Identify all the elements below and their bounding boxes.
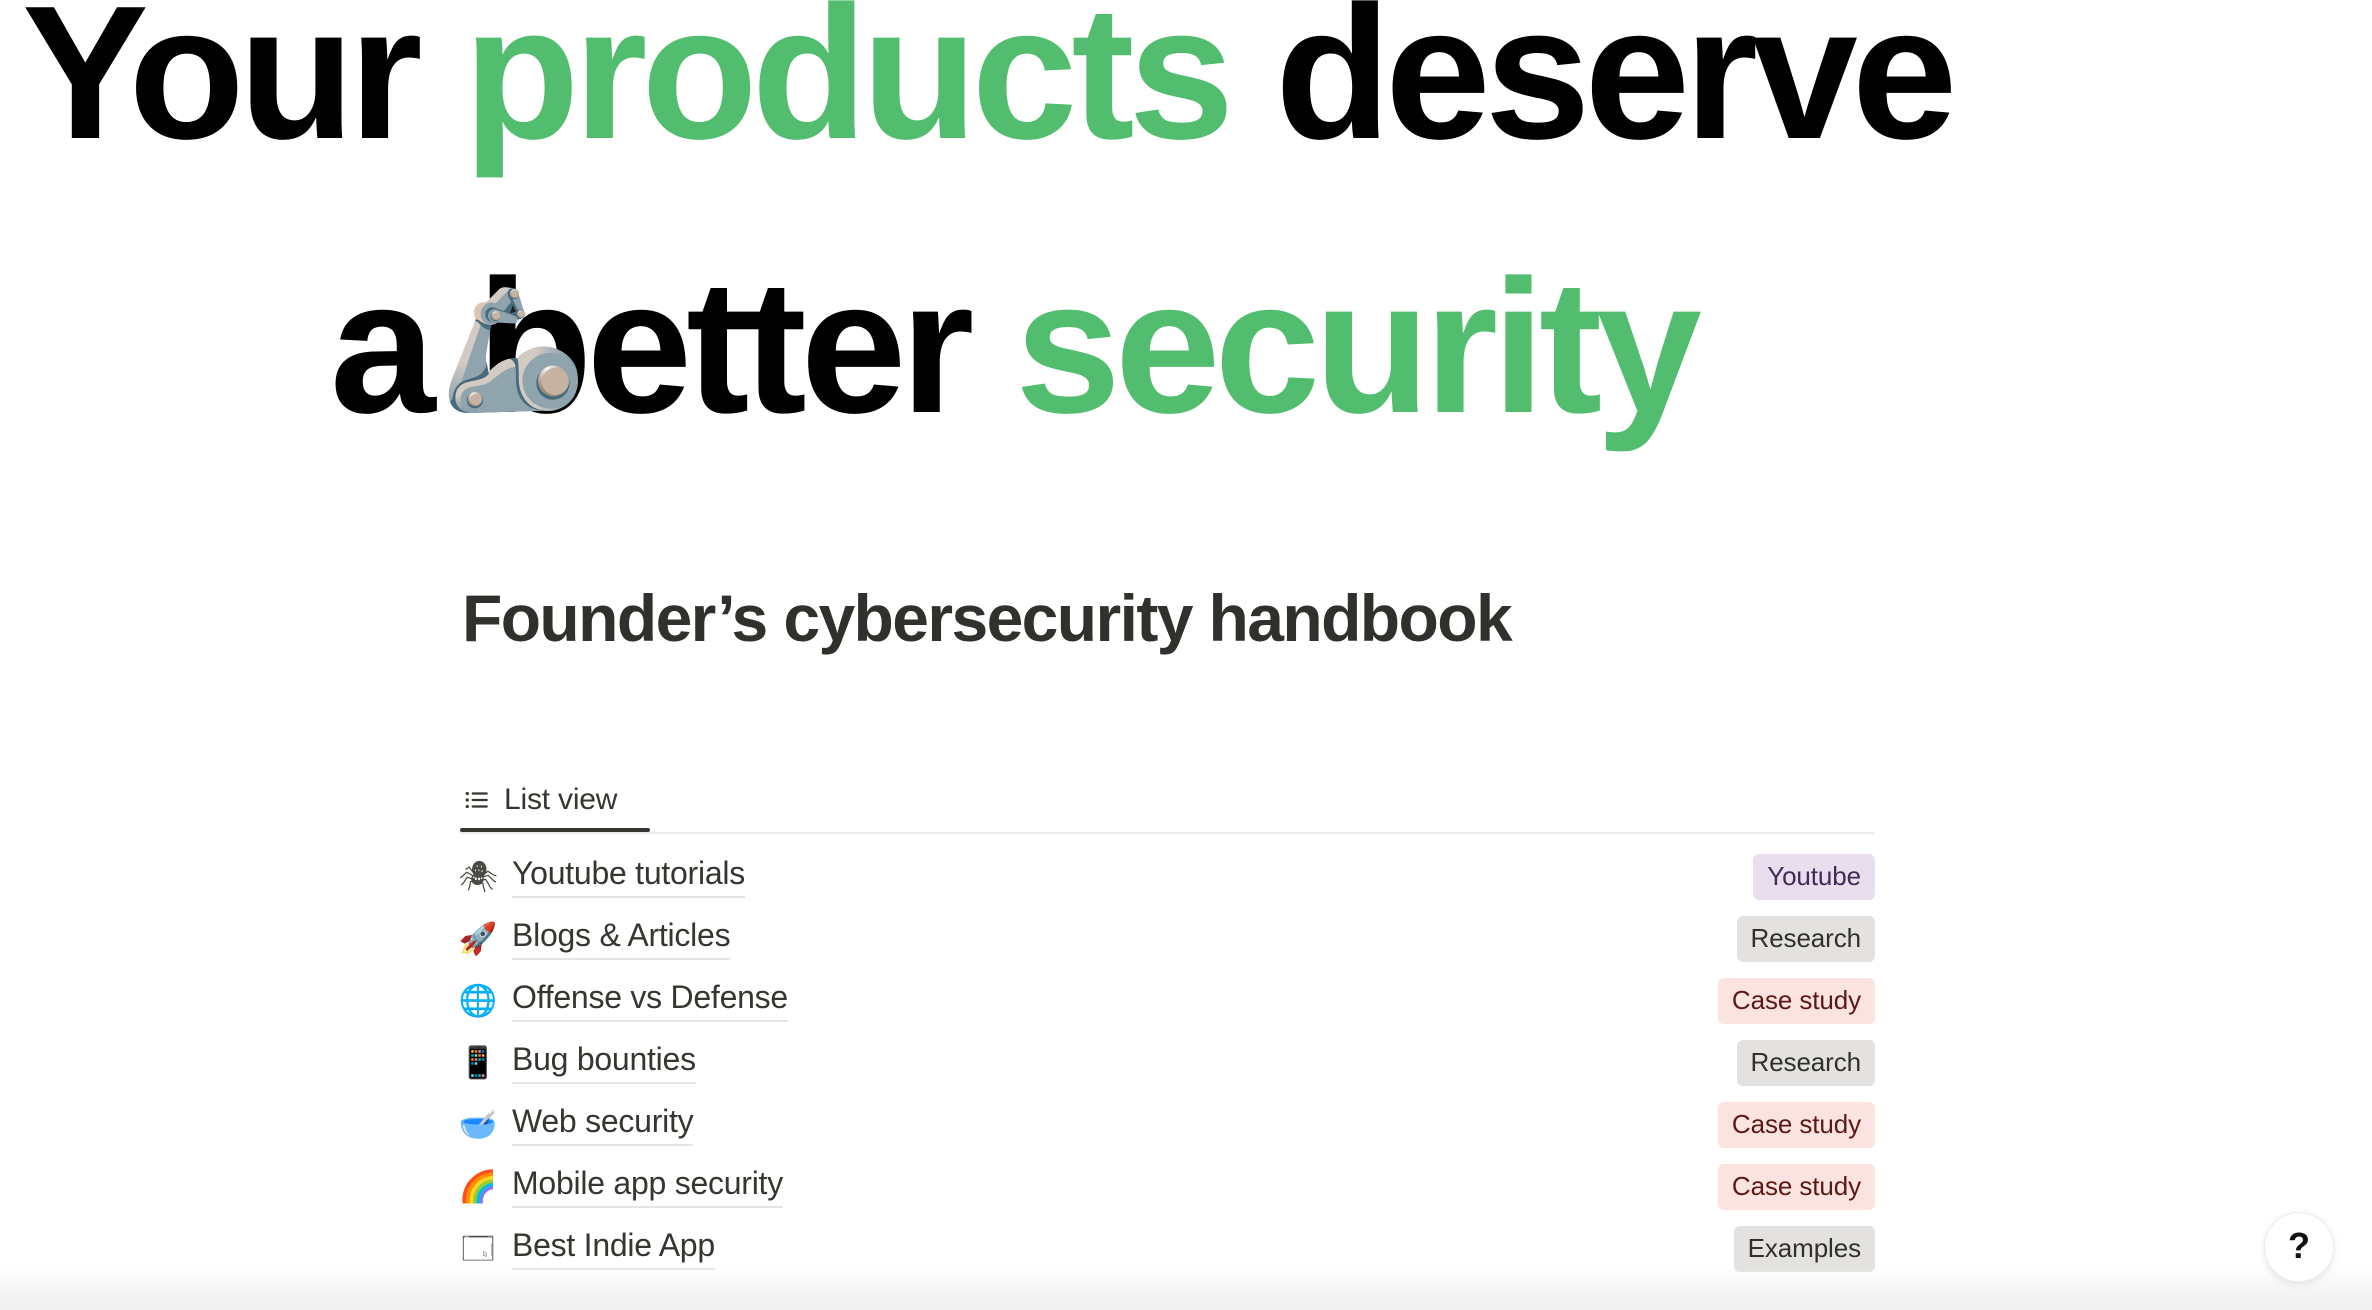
status-badge: Case study [1717,1102,1875,1148]
spider-icon: 🕷 [458,858,498,895]
question-mark-icon: ? [2288,1225,2310,1266]
collection-list: 🕷 Youtube tutorials Youtube 🚀 Blogs & Ar… [458,846,1875,1280]
collection-tabbar: List view [460,770,1875,834]
hero-text-your: Your [22,0,464,179]
list-item[interactable]: 🥣 Web security Case study [458,1094,1875,1156]
list-item[interactable]: 📱 Bug bounties Research [458,1032,1875,1094]
list-item[interactable]: 🗔 Best Indie App Examples [460,1218,1875,1280]
globe-icon: 🌐 [458,982,498,1019]
hero-text-products: products [463,0,1234,179]
hero-headline-line-1: Your products deserve [22,0,1957,168]
status-badge: Research [1736,916,1875,962]
list-item[interactable]: 🕷 Youtube tutorials Youtube [458,846,1875,908]
hero-text-a-better: a better [330,241,1016,453]
list-item-main[interactable]: 🚀 Blogs & Articles [458,918,731,960]
mobile-phone-icon: 📱 [458,1044,498,1081]
list-item-title[interactable]: Offense vs Defense [512,980,788,1022]
tab-list-view-label: List view [504,783,618,816]
list-item-title[interactable]: Best Indie App [512,1228,715,1270]
list-item-title[interactable]: Youtube tutorials [512,856,745,898]
status-badge: Youtube [1753,854,1875,900]
status-badge: Case study [1717,1164,1875,1210]
hero-text-security: security [1015,241,1702,453]
page-title: Founder’s cybersecurity handbook [462,581,1513,655]
help-button[interactable]: ? [2264,1212,2334,1282]
tab-list-view[interactable]: List view [460,770,650,832]
list-item-title[interactable]: Bug bounties [512,1042,696,1084]
list-item-title[interactable]: Blogs & Articles [512,918,731,960]
status-badge: Examples [1733,1226,1875,1272]
status-badge: Research [1736,1040,1875,1086]
window-icon: 🗔 [461,1230,495,1267]
bowl-icon: 🥣 [458,1106,498,1143]
list-item-title[interactable]: Web security [512,1104,694,1146]
rocket-icon: 🚀 [458,920,498,957]
collection-view: List view 🕷 Youtube tutorials Youtube 🚀 … [458,770,1875,1280]
list-item[interactable]: 🚀 Blogs & Articles Research [458,908,1875,970]
hero-headline-line-2: a better security [330,252,1702,442]
list-item[interactable]: 🌈 Mobile app security Case study [458,1156,1875,1218]
list-view-icon [464,787,490,813]
list-item-title[interactable]: Mobile app security [512,1166,783,1208]
fingerprint-icon: 🌈 [458,1168,498,1205]
hero-banner: Your products deserve a better security … [0,0,2372,520]
list-item-main[interactable]: 🥣 Web security [458,1104,694,1146]
list-item-main[interactable]: 🗔 Best Indie App [460,1228,715,1270]
hero-text-deserve: deserve [1228,0,1957,179]
list-item-main[interactable]: 🌐 Offense vs Defense [458,980,788,1022]
list-item[interactable]: 🌐 Offense vs Defense Case study [458,970,1875,1032]
list-item-main[interactable]: 🕷 Youtube tutorials [458,856,745,898]
status-badge: Case study [1717,978,1875,1024]
tab-active-indicator [460,828,650,832]
list-item-main[interactable]: 📱 Bug bounties [458,1042,696,1084]
list-item-main[interactable]: 🌈 Mobile app security [458,1166,783,1208]
